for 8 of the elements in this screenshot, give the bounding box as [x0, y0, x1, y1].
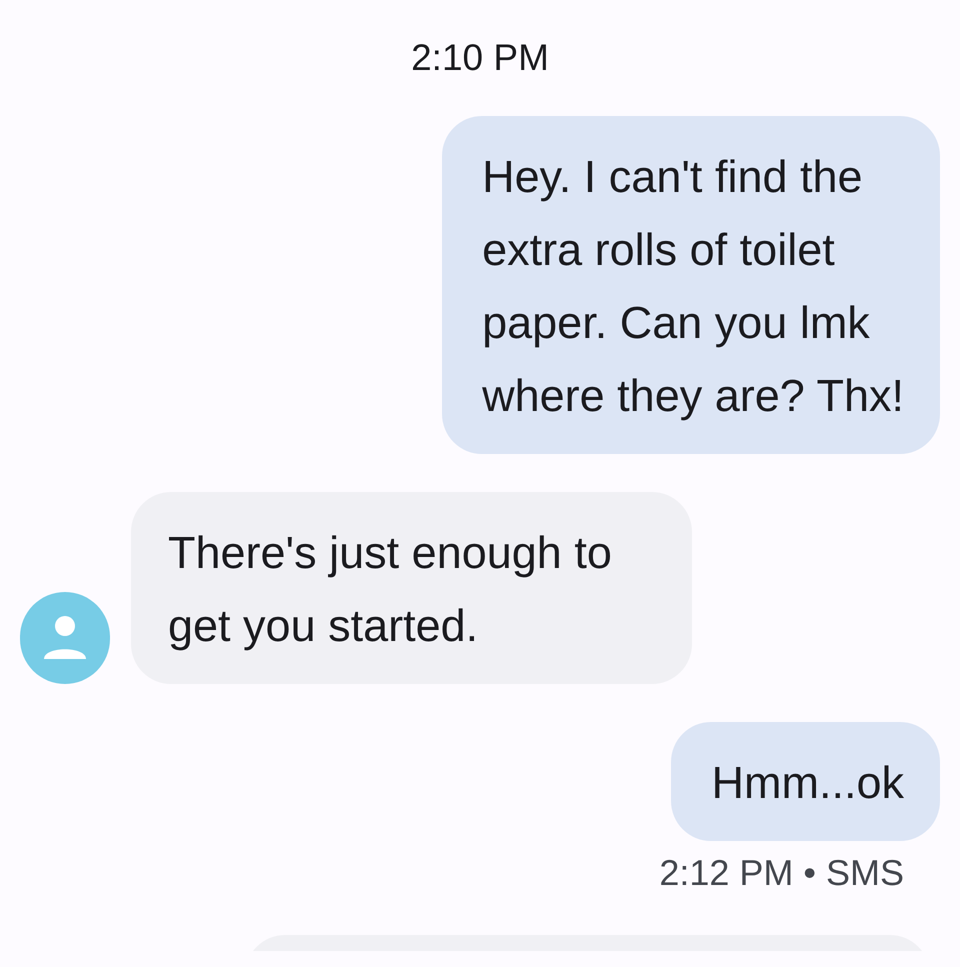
message-bubble[interactable]: Hmm...ok — [671, 722, 940, 841]
message-bubble[interactable]: Hey. I can't find the extra rolls of toilet paper. Can you lmk where they are? Thx! — [442, 116, 940, 454]
message-text: There's just enough to get you started. — [168, 526, 612, 653]
message-text: Hmm...ok — [711, 756, 904, 810]
message-bubble[interactable]: There's just enough to get you started. — [131, 492, 692, 684]
timestamp: 2:10 PM — [411, 36, 549, 80]
message-text: Hey. I can't find the extra rolls of toilet paper. Can you lmk where they are? Thx! — [482, 150, 904, 423]
message-status: 2:12 PM • SMS — [659, 851, 905, 895]
